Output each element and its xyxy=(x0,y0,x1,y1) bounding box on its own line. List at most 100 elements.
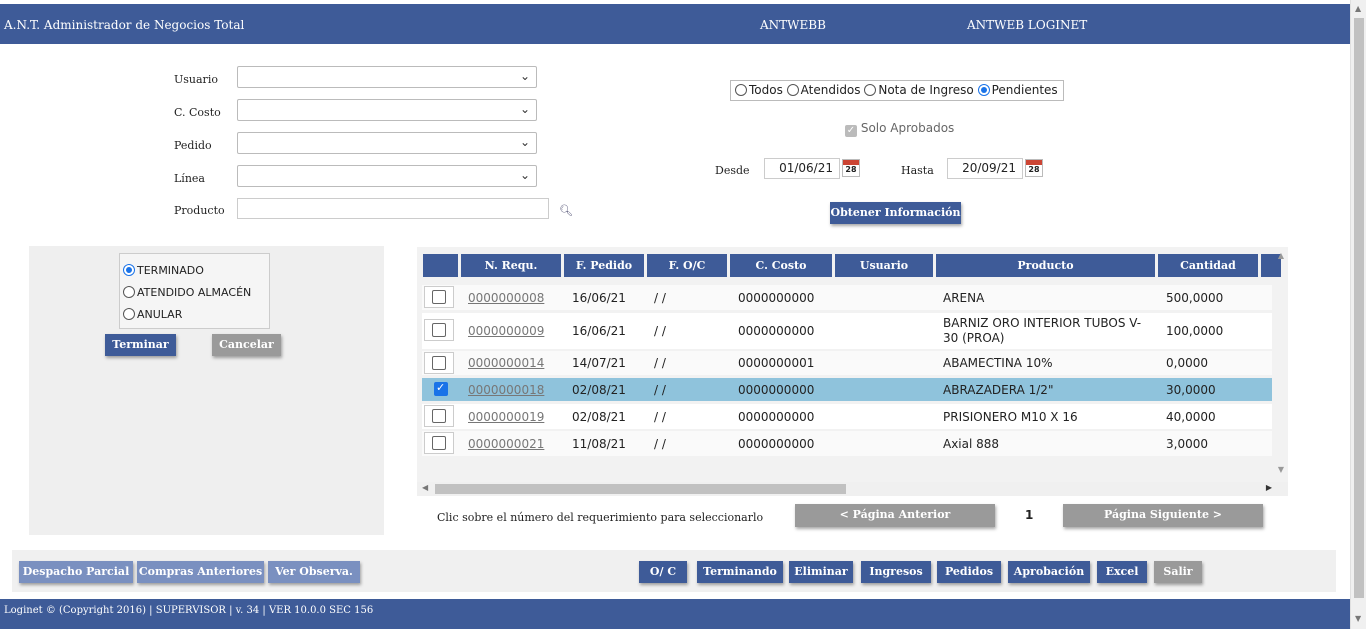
compras-anteriores-button[interactable]: Compras Anteriores xyxy=(137,561,264,583)
table-row-selected[interactable]: 0000000018 02/08/21 / / 0000000000 ABRAZ… xyxy=(422,378,1272,401)
table-row[interactable]: 0000000009 16/06/21 / / 0000000000 BARNI… xyxy=(422,313,1272,349)
req-number-link[interactable]: 0000000014 xyxy=(468,356,544,370)
row-checkbox-frame xyxy=(424,319,454,341)
radio-anular[interactable]: ANULAR xyxy=(123,308,182,321)
costo-label: C. Costo xyxy=(174,106,221,119)
previous-page-button[interactable]: < Página Anterior xyxy=(795,504,995,527)
column-header-select xyxy=(423,254,458,277)
page-number: 1 xyxy=(1025,508,1034,522)
column-header-usuario[interactable]: Usuario xyxy=(835,254,933,277)
costo-select[interactable]: ⌄ xyxy=(237,99,537,121)
costo-cell: 0000000000 xyxy=(738,324,815,338)
chevron-down-icon: ⌄ xyxy=(519,69,530,83)
table-row[interactable]: 0000000014 14/07/21 / / 0000000001 ABAME… xyxy=(422,351,1272,375)
scroll-left-icon[interactable]: ◀ xyxy=(422,483,428,492)
scroll-right-icon[interactable]: ▶ xyxy=(1266,483,1272,492)
chevron-down-icon: ⌄ xyxy=(519,168,530,182)
excel-button[interactable]: Excel xyxy=(1097,561,1147,583)
ver-observa-button[interactable]: Ver Observa. xyxy=(268,561,360,583)
column-header-costo[interactable]: C. Costo xyxy=(730,254,832,277)
req-number-link[interactable]: 0000000019 xyxy=(468,410,544,424)
radio-icon xyxy=(735,84,747,96)
header-center-label: ANTWEBB xyxy=(760,18,826,32)
status-filter-group: Todos Atendidos Nota de Ingreso Pendient… xyxy=(730,80,1064,101)
radio-nota-ingreso[interactable]: Nota de Ingreso xyxy=(864,83,974,97)
radio-pendientes-label: Pendientes xyxy=(991,83,1058,97)
radio-icon xyxy=(123,308,135,320)
oc-button[interactable]: O/ C xyxy=(639,561,687,583)
solo-aprobados-checkbox[interactable]: ✓ Solo Aprobados xyxy=(845,121,954,137)
fpedido-cell: 16/06/21 xyxy=(572,291,626,305)
despacho-parcial-button[interactable]: Despacho Parcial xyxy=(19,561,133,583)
cantidad-cell: 3,0000 xyxy=(1166,437,1208,451)
row-checkbox[interactable] xyxy=(432,436,446,450)
table-row[interactable]: 0000000021 11/08/21 / / 0000000000 Axial… xyxy=(422,431,1272,456)
obtener-informacion-button[interactable]: Obtener Información xyxy=(830,202,961,224)
column-header-foc[interactable]: F. O/C xyxy=(647,254,727,277)
next-page-button[interactable]: Página Siguiente > xyxy=(1063,504,1263,527)
foc-cell: / / xyxy=(654,383,666,397)
radio-icon xyxy=(123,264,135,276)
pedidos-button[interactable]: Pedidos xyxy=(937,561,1001,583)
cantidad-cell: 40,0000 xyxy=(1166,410,1216,424)
usuario-label: Usuario xyxy=(174,73,218,86)
hasta-input[interactable]: 20/09/21 xyxy=(947,158,1023,179)
aprobacion-button[interactable]: Aprobación xyxy=(1008,561,1090,583)
row-checkbox[interactable] xyxy=(434,381,448,396)
row-checkbox[interactable] xyxy=(432,409,446,423)
row-checkbox-frame xyxy=(424,286,454,308)
radio-atendidos-label: Atendidos xyxy=(800,83,861,97)
foc-cell: / / xyxy=(654,291,666,305)
terminando-button[interactable]: Terminando xyxy=(697,561,783,583)
terminar-button[interactable]: Terminar xyxy=(105,334,176,356)
grid-horizontal-scrollbar[interactable]: ◀ ▶ xyxy=(417,482,1288,496)
column-header-req[interactable]: N. Requ. xyxy=(461,254,561,277)
grid-scroll-up-icon[interactable]: ▲ xyxy=(1278,251,1284,260)
scroll-down-icon[interactable]: ▼ xyxy=(1355,614,1361,623)
radio-atendidos[interactable]: Atendidos xyxy=(786,83,861,97)
req-number-link[interactable]: 0000000008 xyxy=(468,291,544,305)
grid-scroll-down-icon[interactable]: ▼ xyxy=(1278,465,1284,474)
costo-cell: 0000000000 xyxy=(738,383,815,397)
calendar-icon[interactable]: 28 xyxy=(1025,159,1043,177)
row-checkbox[interactable] xyxy=(432,290,446,304)
scrollbar-thumb[interactable] xyxy=(435,484,846,494)
radio-atendido-almacen[interactable]: ATENDIDO ALMACÉN xyxy=(123,286,251,299)
scroll-up-icon[interactable]: ▲ xyxy=(1355,4,1361,13)
eliminar-button[interactable]: Eliminar xyxy=(789,561,853,583)
cancelar-button[interactable]: Cancelar xyxy=(212,334,281,356)
app-footer: Loginet © (Copyright 2016) | SUPERVISOR … xyxy=(0,599,1350,629)
radio-atendido-label: ATENDIDO ALMACÉN xyxy=(137,286,252,299)
page-scrollbar[interactable]: ▲ ▼ xyxy=(1350,0,1366,629)
table-row[interactable]: 0000000019 02/08/21 / / 0000000000 PRISI… xyxy=(422,404,1272,429)
usuario-select[interactable]: ⌄ xyxy=(237,66,537,88)
column-header-fpedido[interactable]: F. Pedido xyxy=(564,254,644,277)
salir-button[interactable]: Salir xyxy=(1154,561,1202,583)
costo-cell: 0000000001 xyxy=(738,356,815,370)
table-row[interactable]: 0000000008 16/06/21 / / 0000000000 ARENA… xyxy=(422,285,1272,310)
linea-select[interactable]: ⌄ xyxy=(237,165,537,187)
calendar-icon[interactable]: 28 xyxy=(842,159,860,177)
foc-cell: / / xyxy=(654,437,666,451)
row-checkbox[interactable] xyxy=(432,323,446,337)
desde-input[interactable]: 01/06/21 xyxy=(764,158,840,179)
radio-terminado[interactable]: TERMINADO xyxy=(123,264,204,277)
scrollbar-thumb[interactable] xyxy=(1354,18,1364,598)
radio-todos[interactable]: Todos xyxy=(735,83,783,97)
column-header-cantidad[interactable]: Cantidad xyxy=(1158,254,1258,277)
producto-input[interactable] xyxy=(237,198,549,219)
req-number-link[interactable]: 0000000018 xyxy=(468,383,544,397)
chevron-down-icon: ⌄ xyxy=(519,135,530,149)
pedido-select[interactable]: ⌄ xyxy=(237,132,537,154)
row-checkbox[interactable] xyxy=(432,356,446,370)
req-number-link[interactable]: 0000000021 xyxy=(468,437,544,451)
cantidad-cell: 100,0000 xyxy=(1166,324,1224,338)
pedido-label: Pedido xyxy=(174,139,212,152)
req-number-link[interactable]: 0000000009 xyxy=(468,324,544,338)
search-icon[interactable]: 🔍︎ xyxy=(559,204,573,217)
column-header-producto[interactable]: Producto xyxy=(936,254,1155,277)
ingresos-button[interactable]: Ingresos xyxy=(861,561,931,583)
hasta-label: Hasta xyxy=(901,164,934,177)
radio-terminado-label: TERMINADO xyxy=(137,264,204,277)
radio-pendientes[interactable]: Pendientes xyxy=(977,83,1058,97)
